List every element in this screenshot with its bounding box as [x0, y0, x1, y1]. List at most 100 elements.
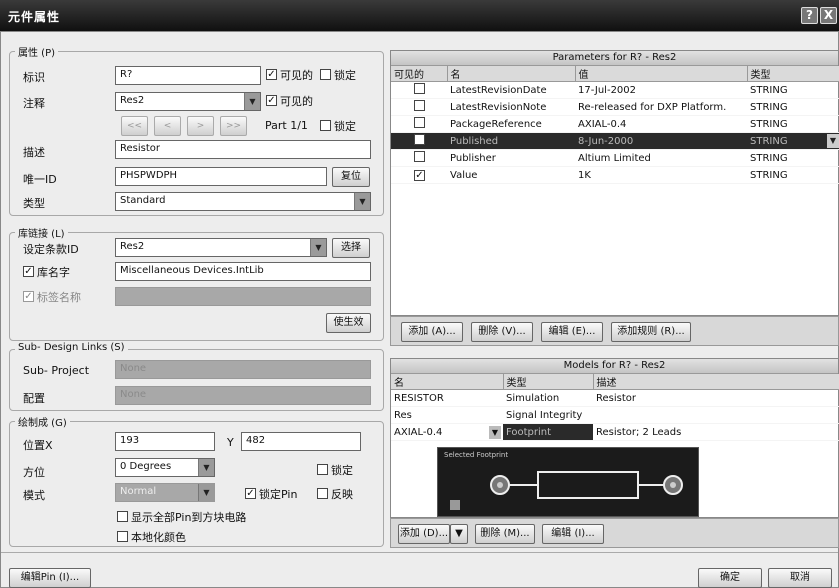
ok-button[interactable]: 确定	[698, 568, 762, 588]
col-visible[interactable]: 可见的	[391, 66, 448, 82]
apply-button[interactable]: 使生效	[326, 313, 371, 333]
model-row[interactable]: AXIAL-0.4 ▼ Footprint Resistor; 2 Leads	[391, 423, 839, 441]
col-model-type[interactable]: 类型	[503, 374, 594, 390]
row-visible-checkbox[interactable]	[414, 83, 425, 94]
library-name-checkbox[interactable]: ✓	[23, 266, 34, 277]
edit-pins-button[interactable]: 编辑Pin (I)...	[9, 568, 91, 588]
symbol-name-checkbox[interactable]: ✓	[23, 291, 34, 302]
next-part-button[interactable]: >	[187, 116, 214, 136]
close-button[interactable]: X	[820, 7, 837, 24]
col-model-name[interactable]: 名	[391, 374, 504, 390]
first-part-button[interactable]: <<	[121, 116, 148, 136]
description-input[interactable]: Resistor	[115, 140, 371, 159]
comment-visible-checkbox[interactable]: ✓	[266, 95, 277, 106]
designator-lock-label: 锁定	[334, 69, 356, 82]
chevron-down-icon[interactable]: ▼	[827, 134, 839, 148]
graphical-lock-checkbox[interactable]	[317, 464, 328, 475]
row-visible-checkbox[interactable]	[414, 117, 425, 128]
model-row[interactable]: Res Signal Integrity	[391, 406, 839, 424]
part-lock-checkbox[interactable]	[320, 120, 331, 131]
lock-pins-checkbox[interactable]: ✓	[245, 488, 256, 499]
col-value[interactable]: 值	[575, 66, 748, 82]
local-colors-checkbox[interactable]	[117, 531, 128, 542]
parameters-header: 可见的 名 值 类型	[391, 66, 839, 82]
row-name: LatestRevisionDate	[447, 81, 575, 99]
local-colors-label: 本地化颜色	[131, 531, 186, 544]
mirror-checkbox[interactable]	[317, 488, 328, 499]
library-ref-label: 设定条款ID	[23, 243, 79, 256]
table-row[interactable]: PackageReference AXIAL-0.4 STRING	[391, 115, 839, 133]
help-button[interactable]: ?	[801, 7, 818, 24]
remove-model-button[interactable]: 删除 (M)...	[475, 524, 535, 544]
table-row[interactable]: LatestRevisionDate 17-Jul-2002 STRING	[391, 81, 839, 99]
designator-label: 标识	[23, 71, 45, 84]
model-row[interactable]: RESISTOR Simulation Resistor	[391, 389, 839, 407]
table-row[interactable]: Publisher Altium Limited STRING	[391, 149, 839, 167]
sub-project-input[interactable]: None	[115, 360, 371, 379]
row-type: STRING	[747, 98, 839, 116]
chevron-down-icon[interactable]: ▼	[489, 426, 501, 439]
edit-parameter-button[interactable]: 编辑 (E)...	[541, 322, 603, 342]
library-ref-combo[interactable]: Res2 ▼	[115, 238, 327, 257]
reset-button[interactable]: 复位	[332, 167, 370, 187]
prev-part-button[interactable]: <	[154, 116, 181, 136]
row-name: LatestRevisionNote	[447, 98, 575, 116]
last-part-button[interactable]: >>	[220, 116, 247, 136]
model-name: RESISTOR	[391, 389, 503, 407]
add-model-dropdown[interactable]: ▼	[450, 524, 468, 544]
location-y-input[interactable]: 482	[241, 432, 361, 451]
symbol-name-input[interactable]	[115, 287, 371, 306]
configuration-label: 配置	[23, 392, 45, 405]
comment-combo[interactable]: Res2 ▼	[115, 92, 261, 111]
designator-visible-checkbox[interactable]: ✓	[266, 69, 277, 80]
table-row[interactable]: LatestRevisionNote Re-released for DXP Pl…	[391, 98, 839, 116]
choose-button[interactable]: 选择	[332, 238, 370, 258]
show-all-pins-checkbox[interactable]	[117, 511, 128, 522]
configuration-input[interactable]: None	[115, 386, 371, 405]
chevron-down-icon: ▼	[354, 193, 370, 210]
model-desc: Resistor	[593, 389, 839, 407]
orientation-value: 0 Degrees	[120, 461, 172, 472]
parameters-title: Parameters for R? - Res2	[391, 51, 838, 66]
row-visible-checkbox[interactable]: ✓	[414, 169, 425, 181]
row-visible-checkbox[interactable]	[414, 134, 425, 145]
col-type[interactable]: 类型	[747, 66, 839, 82]
row-value: 17-Jul-2002	[575, 81, 747, 99]
mode-combo[interactable]: Normal ▼	[115, 483, 215, 502]
model-type: Footprint	[503, 423, 593, 441]
type-combo[interactable]: Standard ▼	[115, 192, 371, 211]
col-name[interactable]: 名	[447, 66, 576, 82]
row-value: Re-released for DXP Platform.	[575, 98, 747, 116]
add-model-button[interactable]: 添加 (D)...	[398, 524, 450, 544]
table-row[interactable]: ✓ Value 1K STRING	[391, 166, 839, 184]
type-value: Standard	[120, 195, 166, 206]
remove-parameter-button[interactable]: 删除 (V)...	[471, 322, 533, 342]
row-type: STRING	[747, 81, 839, 99]
mode-label: 模式	[23, 489, 45, 502]
sub-design-legend: Sub- Design Links (S)	[15, 342, 128, 353]
row-name: Published	[447, 132, 575, 150]
footprint-preview: Selected Footprint	[437, 447, 699, 517]
table-row-selected[interactable]: Published 8-Jun-2000 STRING ▼	[391, 132, 839, 150]
row-name: Value	[447, 166, 575, 184]
chevron-down-icon: ▼	[455, 528, 463, 539]
edit-model-button[interactable]: 编辑 (I)...	[542, 524, 604, 544]
unique-id-input[interactable]: PHSPWDPH	[115, 167, 327, 186]
row-visible-checkbox[interactable]	[414, 151, 425, 162]
dialog-body: 属性 (P) 标识 R? ✓ 可见的 锁定 注释 Res2 ▼ ✓ 可见的 << …	[0, 31, 839, 588]
library-name-input[interactable]: Miscellaneous Devices.IntLib	[115, 262, 371, 281]
sub-project-label: Sub- Project	[23, 364, 90, 377]
col-model-desc[interactable]: 描述	[593, 374, 839, 390]
designator-input[interactable]: R?	[115, 66, 261, 85]
cancel-button[interactable]: 取消	[768, 568, 832, 588]
location-x-input[interactable]: 193	[115, 432, 215, 451]
row-visible-checkbox[interactable]	[414, 100, 425, 111]
add-rule-button[interactable]: 添加规则 (R)...	[611, 322, 691, 342]
model-desc	[593, 406, 839, 424]
designator-lock-checkbox[interactable]	[320, 69, 331, 80]
orientation-combo[interactable]: 0 Degrees ▼	[115, 458, 215, 477]
models-title: Models for R? - Res2	[391, 359, 838, 374]
lock-pins-label: 锁定Pin	[259, 488, 298, 501]
chevron-down-icon: ▼	[310, 239, 326, 256]
add-parameter-button[interactable]: 添加 (A)...	[401, 322, 463, 342]
